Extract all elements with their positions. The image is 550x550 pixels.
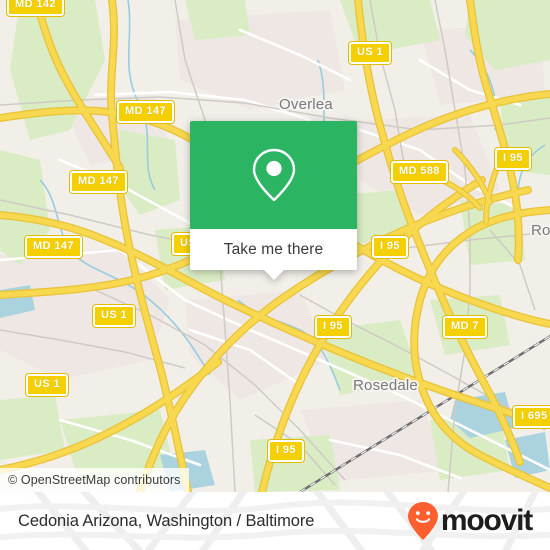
road-shield-i-695[interactable]: I 695 <box>513 406 550 428</box>
map-attribution[interactable]: © OpenStreetMap contributors <box>0 468 189 492</box>
map-pin-icon <box>252 148 295 202</box>
take-me-there-label: Take me there <box>223 240 324 258</box>
road-shield-i-95-b[interactable]: I 95 <box>315 316 351 338</box>
footer-bar: Cedonia Arizona, Washington / Baltimore … <box>0 492 550 550</box>
moovit-wordmark: moovit <box>440 504 533 537</box>
road-shield-us-1-b[interactable]: US 1 <box>93 305 136 327</box>
road-shield-us-1-a[interactable]: US 1 <box>349 42 392 64</box>
road-shield-i-95-d[interactable]: I 95 <box>268 440 304 462</box>
road-shield-md-147-a[interactable]: MD 147 <box>117 101 174 123</box>
callout-header <box>190 121 357 229</box>
callout-pointer-tail <box>262 269 285 280</box>
road-shield-md-147-c[interactable]: MD 147 <box>25 236 82 258</box>
road-shield-md-588[interactable]: MD 588 <box>391 161 448 183</box>
road-shield-i-95-c[interactable]: I 95 <box>372 236 408 258</box>
callout-body[interactable]: Take me there <box>190 229 357 270</box>
map-canvas[interactable]: Overlea Rosedale Ro MD 142 MD 147 MD 147… <box>0 0 550 492</box>
moovit-map-screenshot: Overlea Rosedale Ro MD 142 MD 147 MD 147… <box>0 0 550 550</box>
location-title: Cedonia Arizona, Washington / Baltimore <box>18 511 315 530</box>
footer-content: Cedonia Arizona, Washington / Baltimore … <box>0 492 550 550</box>
destination-callout-card[interactable]: Take me there <box>190 121 357 280</box>
road-shield-md-142[interactable]: MD 142 <box>7 0 64 16</box>
road-shield-md-147-b[interactable]: MD 147 <box>70 171 127 193</box>
moovit-logo[interactable]: moovit <box>407 501 533 541</box>
road-shield-i-95-a[interactable]: I 95 <box>495 148 531 170</box>
attribution-text: © OpenStreetMap contributors <box>8 473 181 487</box>
road-shield-us-1-c[interactable]: US 1 <box>26 374 69 396</box>
road-shield-md-7[interactable]: MD 7 <box>443 316 487 338</box>
moovit-smiley-pin-icon <box>407 502 438 540</box>
